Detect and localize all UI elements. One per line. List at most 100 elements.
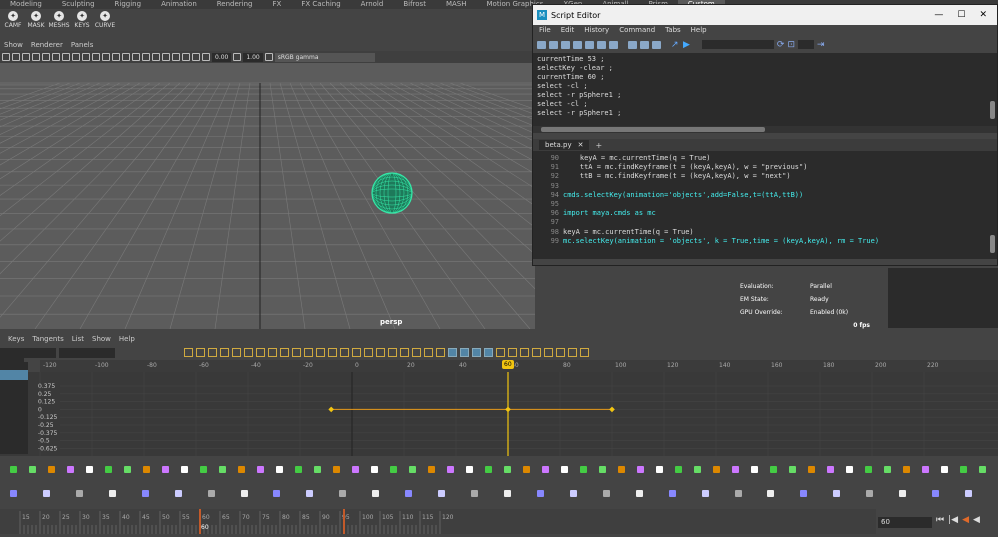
graph-tool-icon[interactable] (328, 348, 337, 357)
xray-joints-icon[interactable] (192, 53, 200, 61)
graph-tool-icon[interactable] (436, 348, 445, 357)
graph-tool-icon[interactable] (460, 348, 469, 357)
anim-tool-icon[interactable] (67, 466, 74, 473)
graph-tool-icon[interactable] (304, 348, 313, 357)
xray-icon[interactable] (182, 53, 190, 61)
graph-tool-icon[interactable] (580, 348, 589, 357)
anim-tool-icon[interactable] (466, 466, 473, 473)
graph-tool-icon[interactable] (412, 348, 421, 357)
anim-tool-icon[interactable] (295, 466, 302, 473)
gate-mask-icon[interactable] (72, 53, 80, 61)
anim-tool-icon[interactable] (438, 490, 446, 497)
anim-tool-icon[interactable] (181, 466, 188, 473)
grid-icon[interactable] (42, 53, 50, 61)
menu-tabs[interactable]: Tabs (665, 25, 681, 36)
menu-panels[interactable]: Panels (71, 40, 94, 51)
menu-show[interactable]: Show (4, 40, 23, 51)
shelf-tab-fx[interactable]: FX (263, 0, 292, 9)
menu-help[interactable]: Help (119, 334, 135, 345)
graph-tool-icon[interactable] (376, 348, 385, 357)
anim-tool-icon[interactable] (174, 490, 182, 497)
anim-tool-icon[interactable] (276, 466, 283, 473)
goto-line-icon[interactable]: ⇥ (817, 40, 825, 50)
graph-tool-icon[interactable] (484, 348, 493, 357)
shelf-tab-rigging[interactable]: Rigging (105, 0, 152, 9)
anim-tool-icon[interactable] (504, 490, 511, 497)
clear-input-icon[interactable] (597, 40, 606, 49)
anim-tool-icon[interactable] (333, 466, 340, 473)
clear-history-icon[interactable] (585, 40, 594, 49)
anim-tool-icon[interactable] (86, 466, 93, 473)
history-hscroll[interactable] (533, 126, 997, 133)
anim-tool-icon[interactable] (865, 466, 872, 473)
menu-tangents[interactable]: Tangents (32, 334, 63, 345)
shelf-button-camf[interactable]: ✦ CAMF (3, 9, 23, 31)
viewport-3d[interactable] (0, 63, 535, 329)
anim-tool-icon[interactable] (405, 490, 413, 497)
shelf-tab-animation[interactable]: Animation (151, 0, 207, 9)
current-frame-marker[interactable]: 60 (502, 360, 514, 369)
keyframe-point[interactable] (609, 406, 615, 413)
tab-beta-py[interactable]: beta.py ✕ (539, 140, 590, 150)
echo-commands-icon[interactable]: ↗ (671, 40, 680, 49)
anim-tool-icon[interactable] (637, 466, 644, 473)
isolate-icon[interactable] (172, 53, 180, 61)
graph-tool-icon[interactable] (424, 348, 433, 357)
keyframe-point[interactable] (328, 406, 335, 413)
close-icon[interactable]: ✕ (979, 10, 987, 20)
search-field[interactable] (701, 40, 774, 49)
anim-tool-icon[interactable] (162, 466, 169, 473)
graph-tool-icon[interactable] (364, 348, 373, 357)
anim-tool-icon[interactable] (536, 490, 544, 497)
graph-tool-icon[interactable] (256, 348, 265, 357)
anim-tool-icon[interactable] (701, 490, 709, 497)
graph-tool-icon[interactable] (352, 348, 361, 357)
add-tab-icon[interactable]: + (595, 141, 602, 150)
channel-filter[interactable] (0, 356, 24, 362)
shelf-tab-sculpting[interactable]: Sculpting (52, 0, 105, 9)
search-next-icon[interactable]: ⟳ (777, 40, 785, 50)
graph-tool-icon[interactable] (496, 348, 505, 357)
anim-tool-icon[interactable] (618, 466, 625, 473)
execute-icon[interactable]: ▶ (683, 40, 690, 50)
step-back-icon[interactable]: ◀ (962, 515, 969, 525)
anim-tool-icon[interactable] (899, 490, 907, 497)
shelf-button-meshs[interactable]: ✦ MESHS (48, 9, 70, 31)
anim-tool-icon[interactable] (42, 490, 50, 497)
graph-tool-icon[interactable] (520, 348, 529, 357)
graph-tool-icon[interactable] (220, 348, 229, 357)
search-prev-icon[interactable]: ⊡ (787, 40, 795, 50)
menu-file[interactable]: File (539, 25, 551, 36)
anim-tool-icon[interactable] (105, 466, 112, 473)
clear-all-icon[interactable] (609, 40, 618, 49)
go-to-start-icon[interactable]: ⏮ (936, 515, 944, 525)
camera-attr-icon[interactable] (12, 53, 20, 61)
anim-tool-icon[interactable] (10, 490, 17, 497)
graph-tool-icon[interactable] (400, 348, 409, 357)
anim-tool-icon[interactable] (751, 466, 758, 473)
menu-keys[interactable]: Keys (8, 334, 24, 345)
anim-tool-icon[interactable] (238, 466, 245, 473)
color-space-select[interactable]: sRGB gamma (274, 52, 375, 62)
time-slider-canvas[interactable]: 15 20 25 30 35 40 45 50 55 60 65 70 75 80 85 90 95 100 105… (0, 509, 876, 534)
shelf-button-keys[interactable]: ✦ KEYS (72, 9, 92, 31)
anim-tool-icon[interactable] (866, 490, 874, 497)
anim-tool-icon[interactable] (504, 466, 511, 473)
outliner-list[interactable] (0, 362, 28, 454)
image-plane-icon[interactable] (32, 53, 40, 61)
anim-tool-icon[interactable] (635, 490, 643, 497)
graph-tool-icon[interactable] (532, 348, 541, 357)
anim-tool-icon[interactable] (732, 466, 739, 473)
graph-canvas[interactable]: 0.3750.250.1250-0.125-0.25-0.375-0.5-0.6… (0, 360, 998, 456)
anim-tool-icon[interactable] (219, 466, 226, 473)
anim-tool-icon[interactable] (390, 466, 397, 473)
anim-tool-icon[interactable] (352, 466, 359, 473)
shelf-tab-modeling[interactable]: Modeling (0, 0, 52, 9)
anim-tool-icon[interactable] (257, 466, 264, 473)
anim-tool-icon[interactable] (141, 490, 149, 497)
history-vscroll[interactable] (990, 101, 995, 119)
code-text[interactable]: keyA = mc.currentTime(q = True) ttA = mc… (563, 154, 879, 246)
anim-tool-icon[interactable] (979, 466, 986, 473)
anim-tool-icon[interactable] (846, 466, 853, 473)
graph-tool-icon[interactable] (544, 348, 553, 357)
